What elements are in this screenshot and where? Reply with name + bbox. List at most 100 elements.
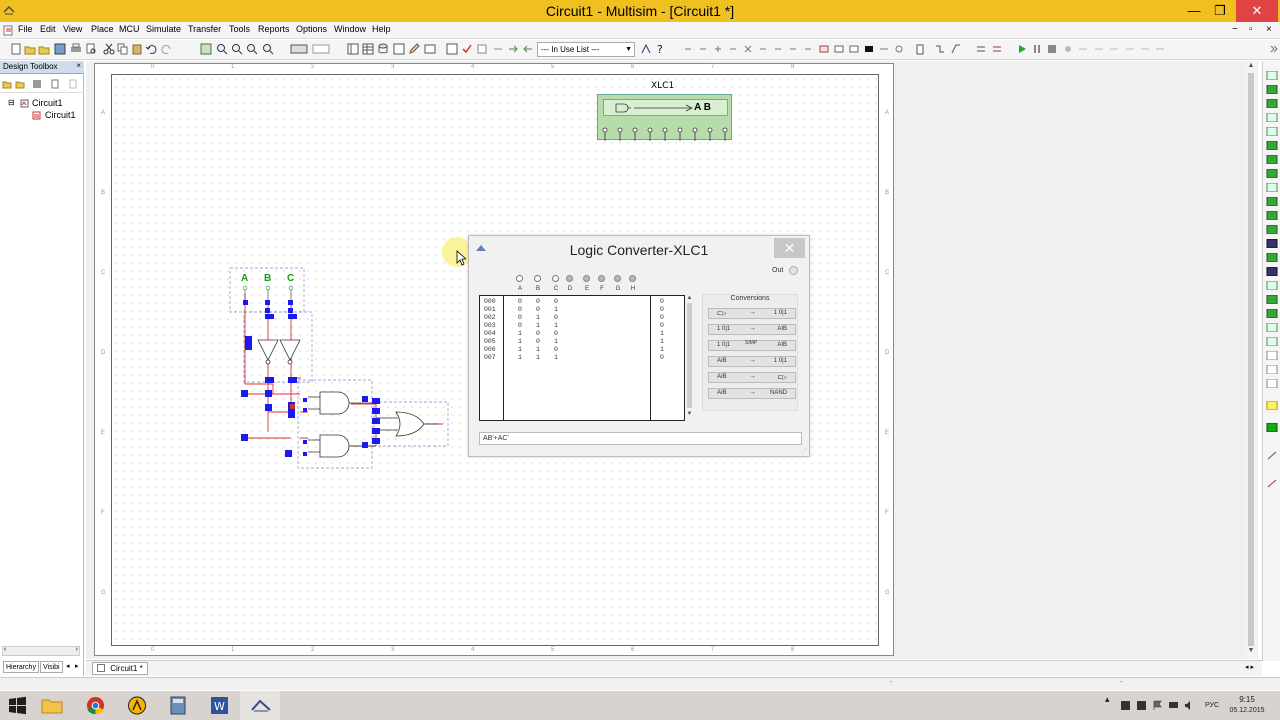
logic-converter-titlebar[interactable]: Logic Converter-XLC1 ✕	[469, 236, 809, 264]
zoom-in-icon[interactable]	[216, 43, 228, 55]
selection-handle[interactable]	[288, 377, 297, 383]
input-terminal-f[interactable]	[598, 275, 605, 282]
tree-item-sheet[interactable]: Circuit1	[45, 110, 76, 120]
probe-clear-icon[interactable]	[893, 43, 905, 55]
truth-table-cell[interactable]: 0	[536, 330, 540, 337]
open-folder-icon[interactable]	[38, 43, 50, 55]
agilent-generator-icon[interactable]	[1266, 267, 1278, 276]
scroll-up-icon[interactable]: ▲	[685, 295, 694, 301]
selection-handle[interactable]	[372, 408, 380, 414]
probe-display-icon[interactable]	[863, 43, 875, 55]
run-simulation-icon[interactable]	[1016, 43, 1028, 55]
menu-place[interactable]: Place	[91, 24, 114, 34]
probe-voltage-icon[interactable]	[697, 43, 709, 55]
new-sheet-icon[interactable]	[50, 79, 60, 89]
scrollbar-thumb[interactable]	[1248, 73, 1254, 646]
copy-icon[interactable]	[117, 43, 129, 55]
scroll-down-icon[interactable]: ▼	[685, 411, 694, 417]
selection-handle[interactable]	[265, 300, 270, 305]
document-icon[interactable]	[3, 25, 14, 36]
volume-icon[interactable]	[1184, 700, 1195, 711]
wire-icon[interactable]	[934, 43, 946, 55]
open-project-icon[interactable]	[2, 79, 12, 89]
not-gate[interactable]	[257, 339, 279, 361]
function-generator-icon[interactable]	[1266, 85, 1278, 94]
step-out-icon[interactable]	[1108, 43, 1120, 55]
taskbar-chrome[interactable]	[75, 691, 115, 720]
resize-grip-icon[interactable]: ⋰	[801, 448, 807, 455]
pause-simulation-icon[interactable]	[1031, 43, 1043, 55]
mdi-minimize-button[interactable]: −	[1232, 24, 1238, 35]
new-icon[interactable]	[10, 43, 22, 55]
network-analyzer-icon[interactable]	[1266, 253, 1278, 262]
probe-link-icon[interactable]	[848, 43, 860, 55]
selection-handle[interactable]	[372, 418, 380, 424]
pencil-icon[interactable]	[408, 43, 420, 55]
selection-handle[interactable]	[245, 336, 252, 350]
out-terminal[interactable]	[789, 266, 798, 275]
truth-table-output[interactable]: 1	[660, 346, 664, 353]
truth-table-output[interactable]: 0	[660, 322, 664, 329]
menu-mcu[interactable]: MCU	[119, 24, 140, 34]
selection-handle[interactable]	[362, 442, 368, 448]
selection-handle[interactable]	[303, 398, 307, 402]
wattmeter-icon[interactable]	[1266, 99, 1278, 108]
selection-handle[interactable]	[288, 300, 293, 305]
menu-help[interactable]: Help	[372, 24, 391, 34]
truth-table-cell[interactable]: 1	[536, 314, 540, 321]
selection-handle[interactable]	[288, 308, 293, 313]
truth-table-cell[interactable]: 0	[554, 330, 558, 337]
selection-handle[interactable]	[288, 314, 297, 319]
toggle-breakpoint-icon[interactable]	[1139, 43, 1151, 55]
menu-window[interactable]: Window	[334, 24, 366, 34]
design-toolbox-icon[interactable]	[347, 43, 359, 55]
taskbar-multisim[interactable]	[240, 691, 280, 720]
remove-breakpoints-icon[interactable]	[1154, 43, 1166, 55]
truth-table-cell[interactable]: 0	[518, 314, 522, 321]
truth-table-cell[interactable]: 1	[518, 330, 522, 337]
zoom-area-icon[interactable]	[246, 43, 258, 55]
instrument-extra-icon[interactable]	[1266, 379, 1278, 388]
menu-tools[interactable]: Tools	[229, 24, 250, 34]
oscilloscope-icon[interactable]	[1266, 113, 1278, 122]
tray-expand-icon[interactable]: ▴	[1105, 694, 1110, 705]
truth-table[interactable]: 000 0 0 0 0 001 0 0 1 0 002 0 1 0 0 003 …	[479, 295, 685, 421]
truth-table-scrollbar[interactable]: ▲ ▼	[685, 295, 694, 421]
tab-visibility[interactable]: Visibi	[40, 661, 63, 673]
print-icon[interactable]	[70, 43, 82, 55]
switch-pin[interactable]	[265, 285, 271, 291]
truth-table-cell[interactable]: 0	[536, 338, 540, 345]
scroll-right-icon[interactable]: ›	[76, 646, 78, 653]
undo-icon[interactable]	[145, 43, 157, 55]
selection-handle[interactable]	[265, 404, 272, 411]
probe-digital-icon[interactable]	[772, 43, 784, 55]
tab-hierarchy[interactable]: Hierarchy	[3, 661, 39, 673]
truth-table-cell[interactable]: 1	[518, 354, 522, 361]
conversion-expression-to-circuit-button[interactable]: AIB → ⊏▷	[708, 372, 796, 383]
menu-simulate[interactable]: Simulate	[146, 24, 181, 34]
boolean-expression-field[interactable]: AB'+AC'	[479, 432, 802, 445]
taskbar-word[interactable]: W	[199, 691, 239, 720]
probe-direction-icon[interactable]	[802, 43, 814, 55]
paste-icon[interactable]	[131, 43, 143, 55]
truth-table-cell[interactable]: 1	[554, 306, 558, 313]
truth-table-cell[interactable]: 0	[518, 298, 522, 305]
tree-collapse-icon[interactable]: ⊟	[8, 98, 15, 107]
scroll-down-icon[interactable]: ▼	[1245, 647, 1257, 654]
selection-handle[interactable]	[372, 438, 380, 444]
redo-icon[interactable]	[161, 43, 173, 55]
taskbar-calculator[interactable]	[158, 691, 198, 720]
selection-handle[interactable]	[285, 450, 292, 457]
selection-handle[interactable]	[243, 300, 248, 305]
ni-elvismx-icon[interactable]	[1266, 337, 1278, 346]
truth-table-output[interactable]: 1	[660, 338, 664, 345]
taskbar-file-explorer[interactable]	[32, 691, 72, 720]
input-terminal-c[interactable]	[552, 275, 559, 282]
input-terminal-h[interactable]	[629, 275, 636, 282]
menu-transfer[interactable]: Transfer	[188, 24, 221, 34]
toolbox-horizontal-scrollbar[interactable]: ‹ ›	[2, 646, 80, 656]
tab-circuit1[interactable]: Circuit1 *	[92, 662, 148, 675]
step-into-icon[interactable]	[1077, 43, 1089, 55]
minimize-button[interactable]: —	[1180, 0, 1208, 22]
and-gate[interactable]	[319, 434, 350, 458]
